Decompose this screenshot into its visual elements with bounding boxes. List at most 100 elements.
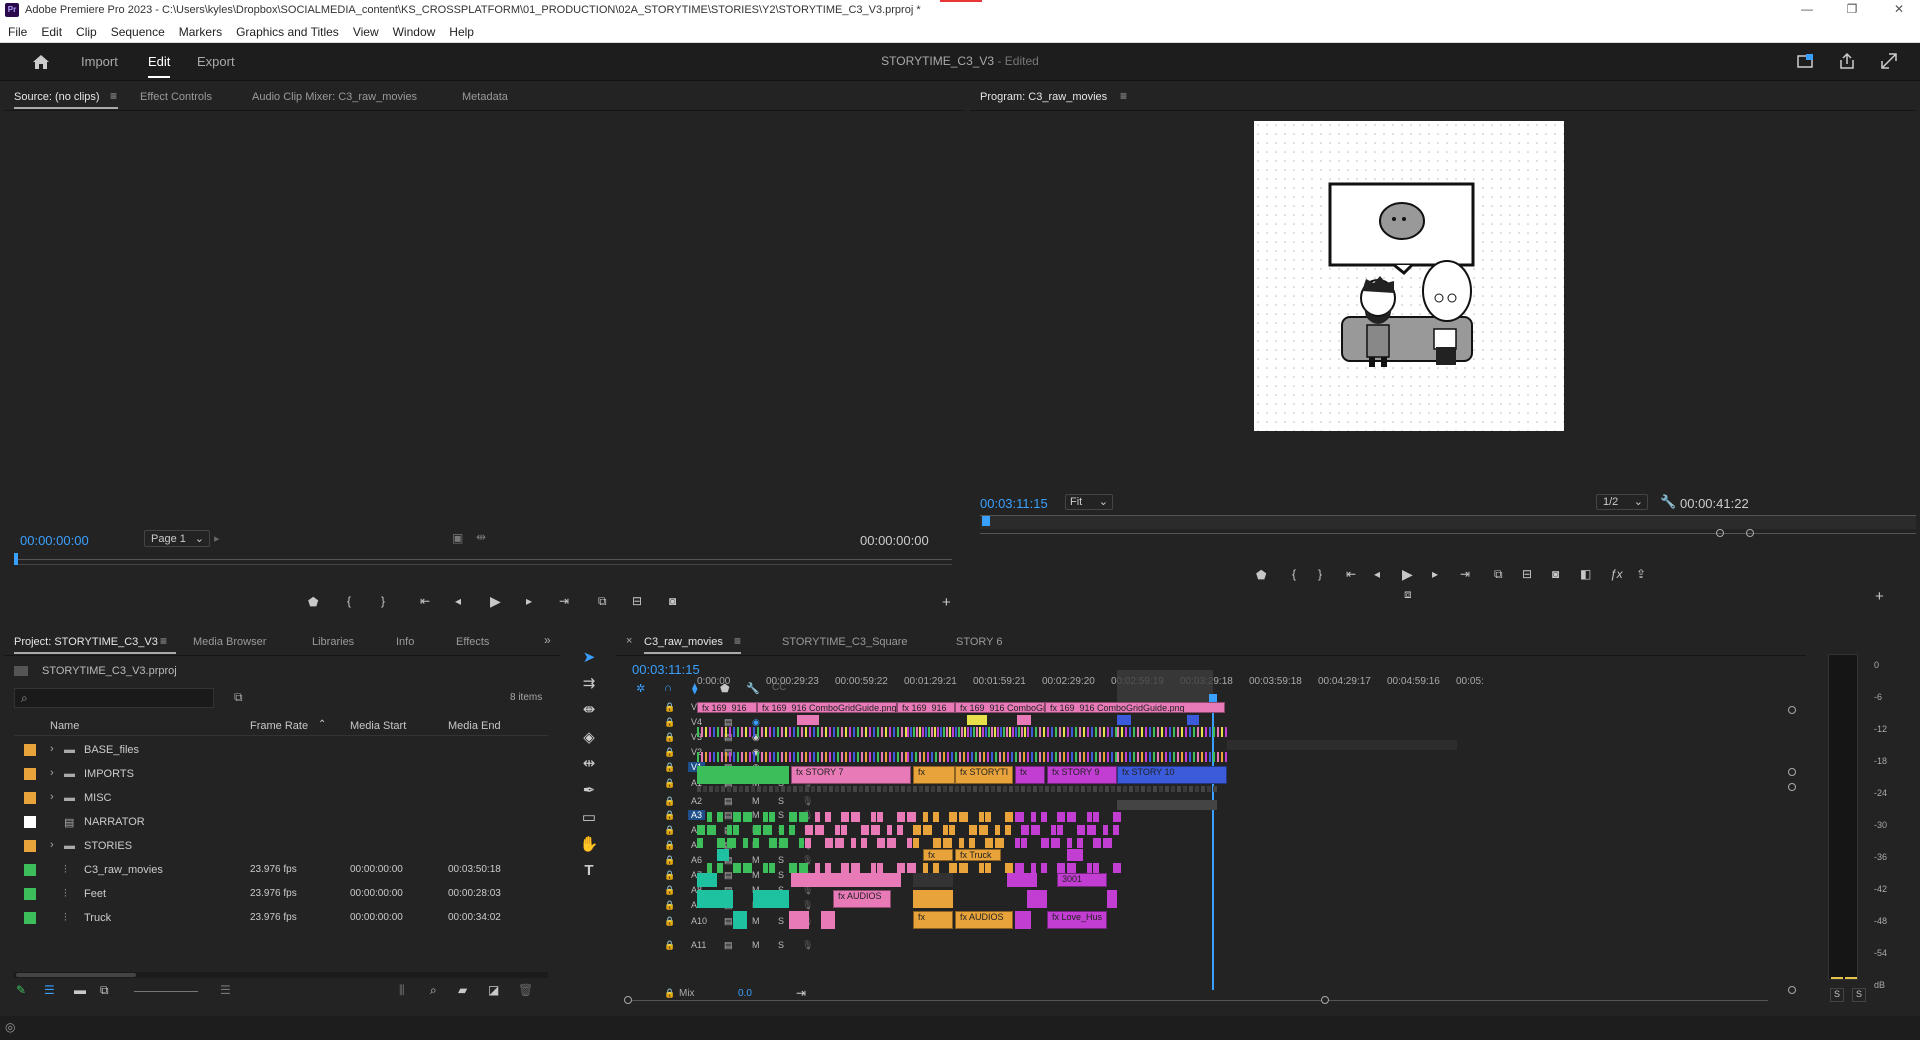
clip[interactable] [717,838,725,848]
status-icon[interactable]: ◎ [5,1020,15,1034]
solo-right-button[interactable]: S [1852,988,1866,1002]
clip[interactable] [697,727,699,737]
clip[interactable] [997,727,999,737]
clip[interactable] [940,727,942,737]
clip[interactable] [763,863,768,873]
clip[interactable] [697,825,705,835]
clip[interactable] [789,863,797,873]
clip[interactable] [877,727,879,737]
go-to-in-icon[interactable]: ⇤ [420,594,430,608]
clip[interactable] [811,786,815,792]
clip[interactable] [1165,752,1167,762]
clip[interactable] [797,727,799,737]
clip[interactable] [1117,786,1121,792]
clip[interactable] [833,752,835,762]
quick-export-icon[interactable] [1797,53,1815,69]
clip[interactable] [1067,727,1069,737]
clip[interactable] [1165,727,1167,737]
clip[interactable] [1093,786,1097,792]
clip[interactable] [733,786,737,792]
col-frame-rate[interactable]: Frame Rate [250,720,308,732]
clip[interactable] [717,752,719,762]
clip[interactable]: fx STORY 10 [1117,766,1227,784]
clip[interactable] [1057,825,1063,835]
clip[interactable] [985,786,989,792]
clip[interactable] [1193,752,1195,762]
clip[interactable] [1041,863,1047,873]
new-bin-icon[interactable]: ▰ [458,983,467,997]
clip[interactable] [901,752,903,762]
clip[interactable] [1087,752,1089,762]
clip[interactable] [709,727,711,737]
clip[interactable] [1031,727,1033,737]
clip[interactable] [911,752,913,762]
clip[interactable] [1077,825,1085,835]
clip[interactable] [1099,727,1101,737]
clip[interactable] [985,838,993,848]
sort-icon[interactable]: ☰ [220,983,231,997]
clip[interactable] [1077,838,1083,848]
clip[interactable] [791,873,901,887]
clip[interactable] [1027,752,1029,762]
mark-in-icon[interactable]: { [347,594,351,608]
clip[interactable] [841,812,849,822]
clip[interactable] [1051,825,1056,835]
project-item-row[interactable]: › ▬ IMPORTS [4,762,560,786]
clip[interactable] [1117,727,1119,737]
project-item-row[interactable]: ⫶ Feet 23.976 fps 00:00:00:00 00:00:28:03 [4,882,560,906]
clip[interactable] [833,727,835,737]
clip[interactable] [825,752,827,762]
horizontal-scrollbar[interactable] [14,972,548,978]
clip[interactable] [947,752,949,762]
clip[interactable] [946,727,948,737]
clip[interactable] [793,786,797,792]
clip[interactable] [964,727,966,737]
go-to-in-icon[interactable]: ⇤ [1346,567,1356,581]
menu-window[interactable]: Window [385,22,442,39]
slip-tool-icon[interactable]: ⇹ [574,754,604,772]
program-timecode[interactable]: 00:03:11:15 [980,496,1048,511]
clip[interactable] [919,752,921,762]
clip[interactable] [789,825,795,835]
clip[interactable] [861,825,869,835]
clip[interactable] [697,838,703,848]
clip[interactable] [1217,752,1219,762]
track-a10[interactable]: fx AUDIOS [697,890,1457,908]
label-color-swatch[interactable] [24,888,36,900]
project-item-row[interactable]: › ▬ MISC [4,786,560,810]
clip[interactable] [1103,727,1105,737]
panel-menu-icon[interactable]: ≡ [1120,89,1127,103]
clip[interactable] [983,752,985,762]
clip[interactable] [847,786,851,792]
clip[interactable] [982,727,984,737]
clip[interactable] [913,825,921,835]
timeline-zoom-bar[interactable] [628,1000,1768,1001]
clip[interactable] [785,752,787,762]
clip[interactable] [907,812,916,822]
clip[interactable] [913,873,953,887]
clip[interactable] [928,727,930,737]
clip[interactable] [733,752,735,762]
clip[interactable] [1153,786,1157,792]
clip[interactable] [717,863,723,873]
clip[interactable] [825,812,831,822]
clip[interactable] [933,863,939,873]
lift-icon[interactable]: ⧉ [1494,567,1503,582]
clip[interactable] [987,752,989,762]
track-v1[interactable] [697,752,1457,762]
clip[interactable] [883,786,887,792]
clip[interactable] [995,752,997,762]
clip[interactable] [753,752,755,762]
track-a4[interactable] [697,812,1457,822]
clip[interactable] [923,863,928,873]
step-back-icon[interactable]: ◂ [455,594,461,608]
clip[interactable] [865,752,867,762]
clip[interactable] [823,786,827,792]
track-a8[interactable] [697,863,1457,873]
solo-left-button[interactable]: S [1830,988,1844,1002]
clip[interactable] [849,727,851,737]
v-scroll-handle-top[interactable] [1788,706,1796,714]
fx-icon[interactable]: ƒx [1610,567,1623,581]
clip[interactable] [1015,838,1020,848]
clip[interactable] [815,825,824,835]
